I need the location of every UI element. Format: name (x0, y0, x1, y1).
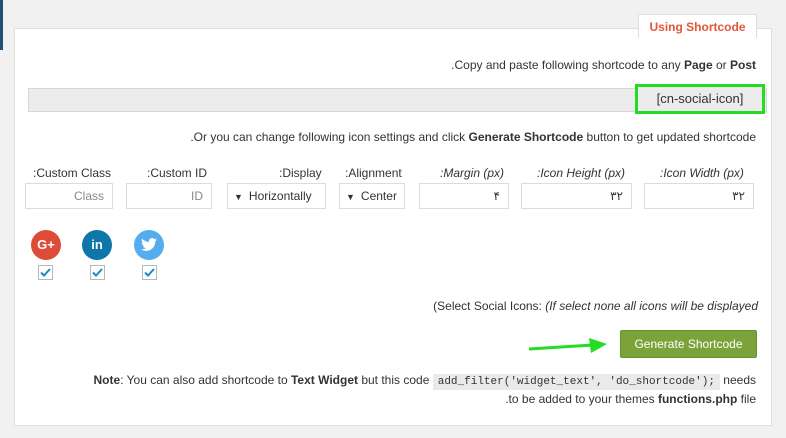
note-part3: needs (719, 373, 756, 387)
check-icon (144, 268, 155, 277)
check-icon (40, 268, 51, 277)
select-social-prefix: (Select Social Icons: (433, 299, 546, 313)
note-line-2: .to be added to your themes functions.ph… (505, 392, 756, 406)
linkedin-checkbox[interactable] (90, 265, 105, 280)
margin-input[interactable]: ۴ (419, 183, 509, 209)
alignment-label: :Alignment (345, 166, 402, 180)
twitter-checkbox[interactable] (142, 265, 157, 280)
alignment-value: Center (360, 189, 397, 203)
change-prefix: .Or you can change following icon settin… (190, 130, 469, 144)
change-settings-text: .Or you can change following icon settin… (190, 130, 756, 144)
intro-page: Page (683, 58, 713, 72)
bird-glyph (141, 238, 157, 251)
admin-edge (0, 0, 3, 50)
note-part2: but this code (358, 373, 433, 387)
intro-post: Post (729, 58, 756, 72)
note-line2-suffix: file (737, 392, 756, 406)
note-widget: Text Widget (290, 373, 358, 387)
tab-using-shortcode[interactable]: Using Shortcode (638, 14, 757, 38)
shortcode-field[interactable]: [cn-social-icon] (635, 84, 765, 114)
custom-id-label: :Custom ID (147, 166, 208, 180)
icon-height-label: :Icon Height (px) (537, 166, 626, 180)
icon-width-label: :Icon Width (px) (660, 166, 744, 180)
select-social-italic: (If select none all icons will be displa… (545, 299, 758, 313)
check-icon (92, 268, 103, 277)
custom-id-input[interactable]: ID (126, 183, 212, 209)
note-part1: : You can also add shortcode to (120, 373, 291, 387)
display-label: :Display (279, 166, 322, 180)
pointer-arrow-icon (528, 338, 607, 353)
linkedin-icon: in (82, 230, 112, 260)
note-line-1: Note: You can also add shortcode to Text… (93, 373, 756, 390)
intro-text: .Copy and paste following shortcode to a… (451, 58, 756, 72)
custom-class-input[interactable]: Class (25, 183, 113, 209)
generate-shortcode-button[interactable]: Generate Shortcode (620, 330, 757, 358)
alignment-select[interactable]: ▼ Center (339, 183, 405, 209)
change-bold: Generate Shortcode (468, 130, 584, 144)
twitter-icon (134, 230, 164, 260)
display-value: Horizontally (248, 189, 312, 203)
intro-prefix: .Copy and paste following shortcode to a… (451, 58, 684, 72)
display-select[interactable]: ▼ Horizontally (227, 183, 326, 209)
select-social-text: (Select Social Icons: (If select none al… (433, 299, 758, 313)
google-plus-icon: G+ (31, 230, 61, 260)
intro-or: or (712, 58, 730, 72)
custom-class-label: :Custom Class (33, 166, 112, 180)
note-code: add_filter('widget_text', 'do_shortcode'… (432, 374, 720, 390)
chevron-down-icon: ▼ (346, 192, 355, 202)
note-line2-prefix: .to be added to your themes (505, 392, 658, 406)
icon-height-input[interactable]: ۳۲ (521, 183, 632, 209)
note-file: functions.php (657, 392, 738, 406)
note-label: Note (93, 373, 121, 387)
google-plus-checkbox[interactable] (38, 265, 53, 280)
change-suffix: button to get updated shortcode (583, 130, 756, 144)
chevron-down-icon: ▼ (234, 192, 243, 202)
icon-width-input[interactable]: ۳۲ (644, 183, 754, 209)
margin-label: :Margin (px) (440, 166, 505, 180)
